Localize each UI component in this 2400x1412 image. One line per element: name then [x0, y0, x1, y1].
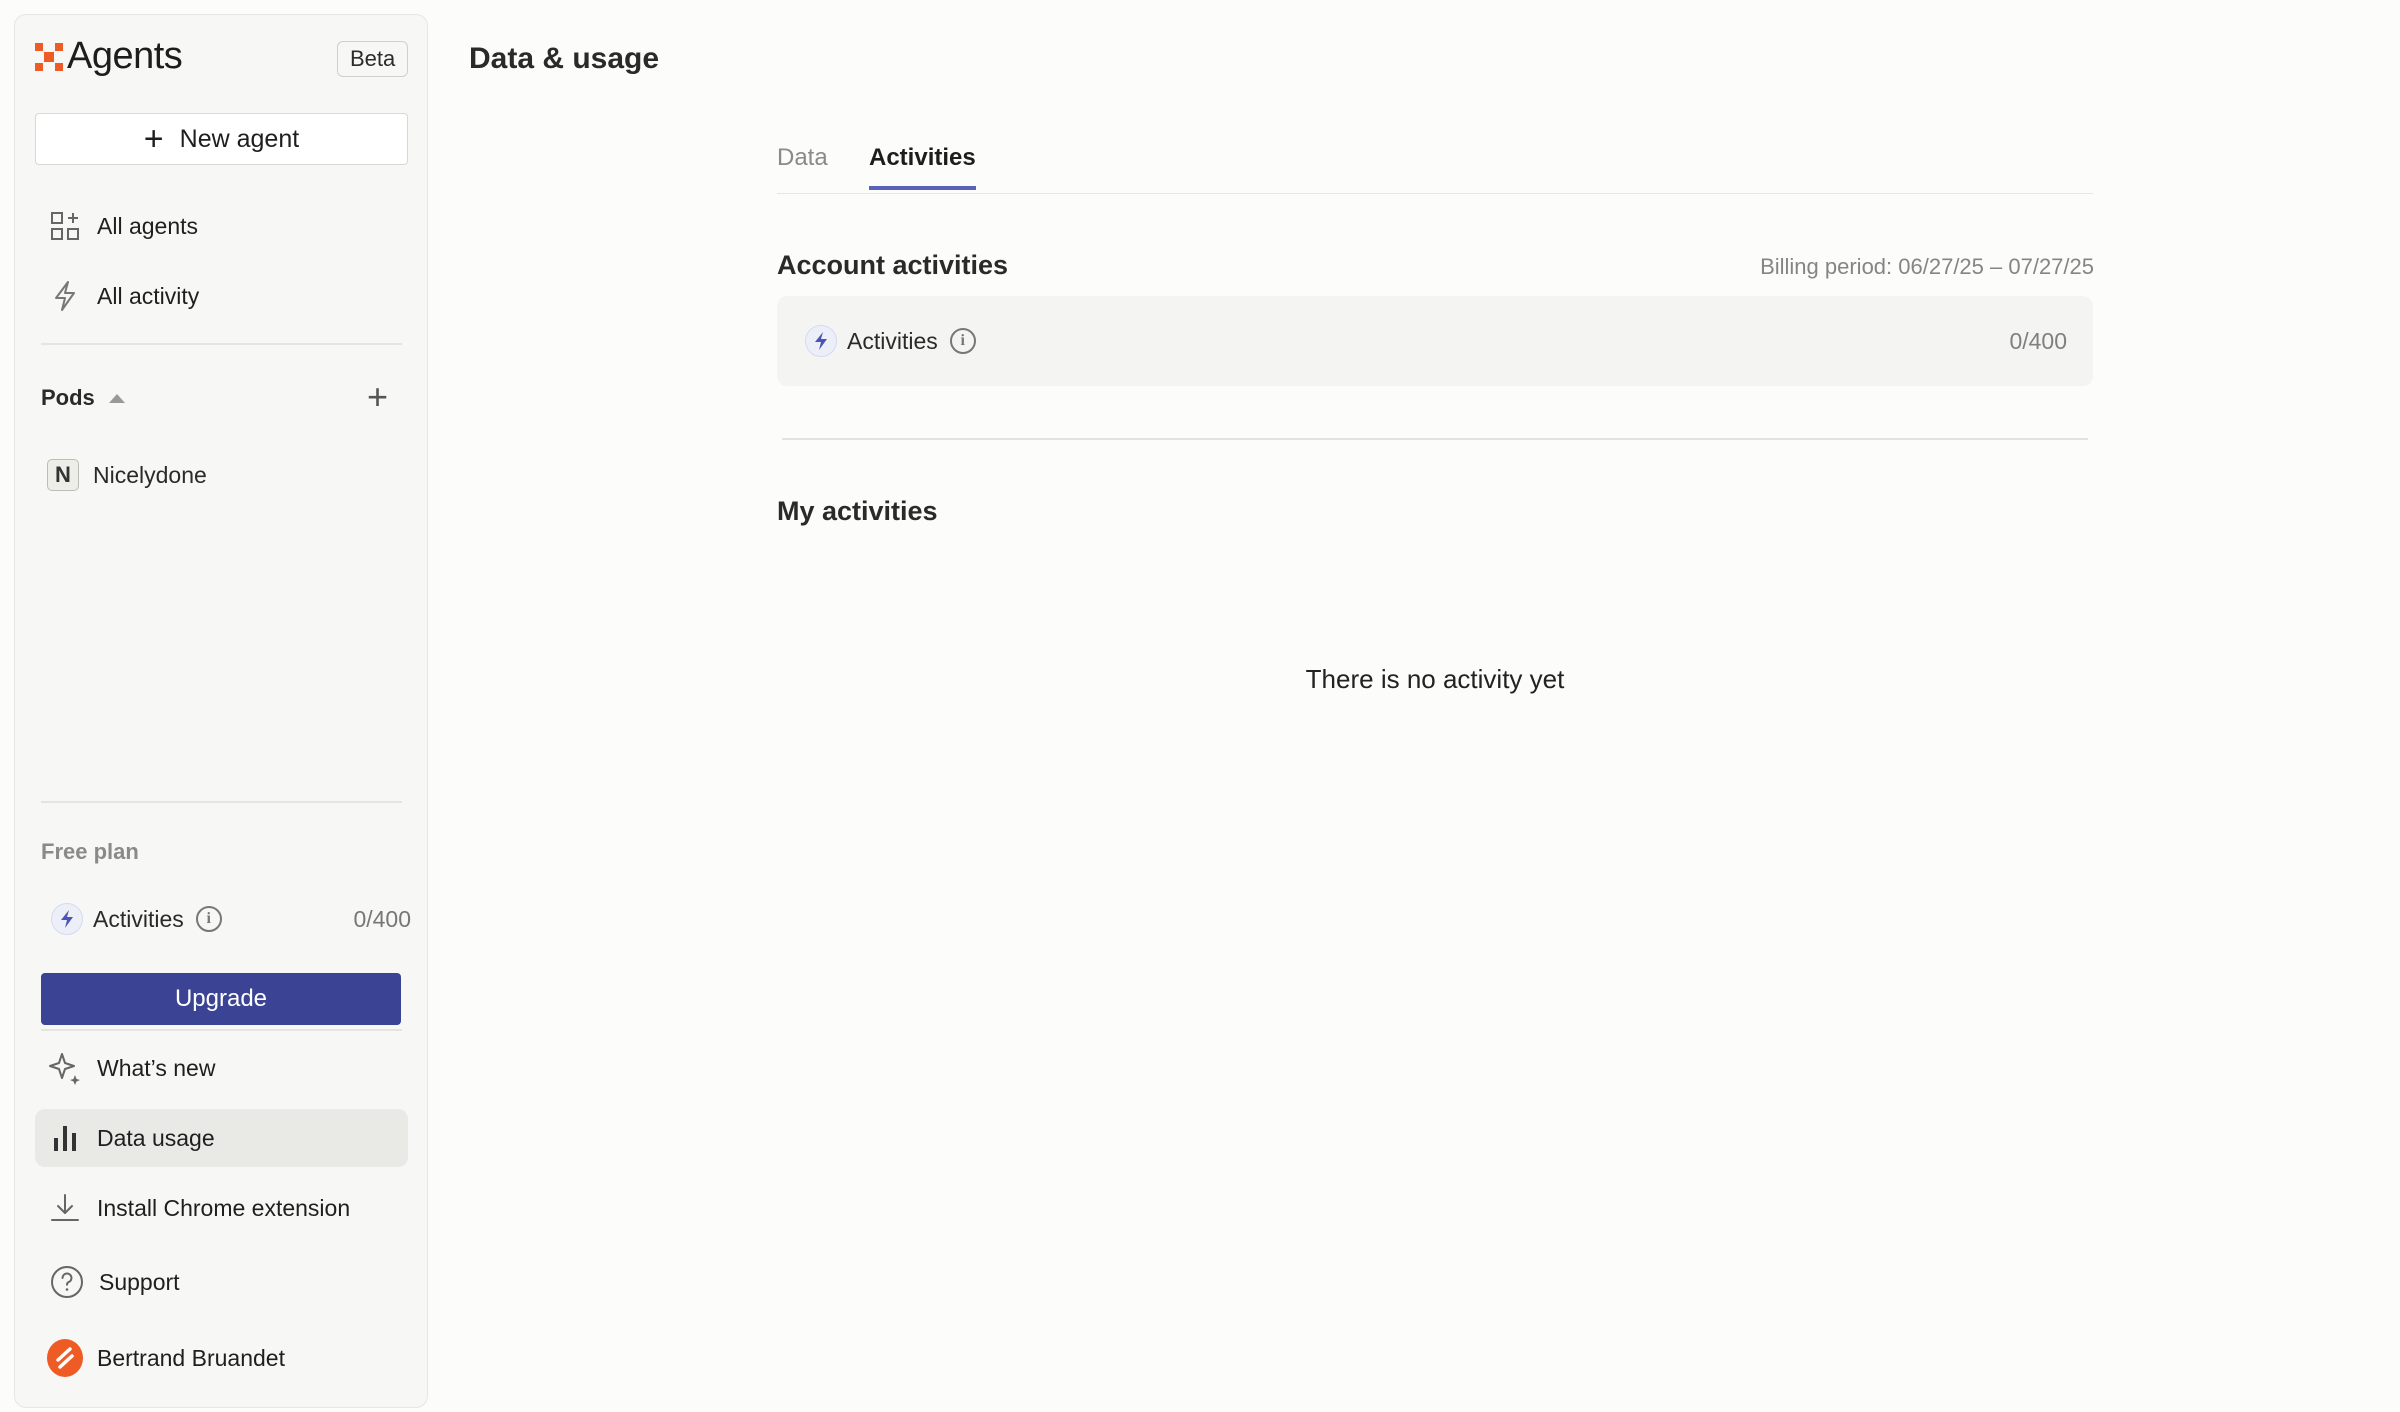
beta-badge: Beta: [337, 41, 409, 77]
plus-icon: +: [143, 120, 164, 158]
account-activities-card: Activities i 0/400: [777, 296, 2093, 386]
nav-whats-new-label: What’s new: [97, 1054, 216, 1081]
nav-all-activity-label: All activity: [97, 282, 200, 309]
caret-up-icon: [108, 393, 125, 403]
pod-avatar: N: [47, 459, 79, 491]
plan-label: Free plan: [41, 839, 139, 864]
my-activities-title: My activities: [777, 496, 938, 526]
nav-support-label: Support: [99, 1268, 180, 1295]
page-title: Data & usage: [469, 42, 660, 75]
user-name: Bertrand Bruandet: [97, 1344, 285, 1371]
upgrade-button[interactable]: Upgrade: [41, 973, 401, 1025]
nav-all-agents-label: All agents: [97, 212, 199, 239]
sparkle-icon: [47, 1050, 83, 1086]
new-agent-button[interactable]: + New agent: [35, 113, 408, 165]
logo-text: Agents: [67, 35, 183, 77]
pods-section-toggle[interactable]: Pods: [41, 385, 125, 411]
lightning-icon: [47, 278, 83, 314]
add-pod-button[interactable]: +: [367, 379, 388, 415]
activity-bolt-icon: [51, 903, 83, 935]
account-activities-label: Activities: [847, 327, 938, 354]
nav-support[interactable]: Support: [35, 1253, 408, 1311]
plan-activities-row: Activities i 0/400: [51, 903, 411, 935]
nav-all-activity[interactable]: All activity: [35, 267, 408, 325]
grid-plus-icon: [47, 208, 83, 244]
user-avatar-wrap: [47, 1339, 83, 1377]
nav-install-chrome-extension-label: Install Chrome extension: [97, 1194, 351, 1221]
sidebar-divider: [41, 801, 402, 803]
pod-name: Nicelydone: [93, 461, 207, 488]
nav-install-chrome-extension[interactable]: Install Chrome extension: [35, 1179, 408, 1237]
tab-data[interactable]: Data: [777, 144, 828, 186]
user-avatar: [47, 1339, 83, 1377]
pods-label: Pods: [41, 385, 95, 410]
nav-data-usage-label: Data usage: [97, 1124, 215, 1151]
sidebar-divider: [41, 1029, 402, 1031]
account-activities-title: Account activities: [777, 250, 1009, 280]
new-agent-label: New agent: [179, 124, 300, 153]
nav-data-usage[interactable]: Data usage: [35, 1109, 408, 1167]
empty-state-text: There is no activity yet: [1305, 664, 1565, 694]
user-profile[interactable]: Bertrand Bruandet: [35, 1329, 408, 1387]
billing-period: Billing period: 06/27/25 – 07/27/25: [1760, 254, 2094, 279]
plan-activities-count: 0/400: [353, 905, 411, 932]
app-logo[interactable]: Agents: [35, 35, 183, 78]
nav-whats-new[interactable]: What’s new: [35, 1039, 408, 1097]
sidebar-divider: [41, 343, 402, 345]
bar-chart-icon: [47, 1120, 83, 1156]
help-circle-icon: [49, 1264, 85, 1300]
section-divider: [782, 438, 2088, 440]
plan-activities-label: Activities: [93, 905, 184, 932]
activity-bolt-icon: [805, 325, 837, 357]
sidebar: Agents Beta + New agent All agents All a…: [14, 14, 428, 1408]
agents-logo-icon: [35, 42, 63, 71]
pod-item-nicelydone[interactable]: N Nicelydone: [47, 459, 207, 491]
account-activities-count: 0/400: [2009, 327, 2067, 354]
nav-all-agents[interactable]: All agents: [35, 197, 408, 255]
download-icon: [47, 1190, 83, 1226]
info-icon[interactable]: i: [949, 328, 976, 354]
info-icon[interactable]: i: [195, 906, 222, 932]
tab-activities[interactable]: Activities: [869, 144, 976, 190]
tab-bar: Data Activities: [777, 130, 2093, 194]
